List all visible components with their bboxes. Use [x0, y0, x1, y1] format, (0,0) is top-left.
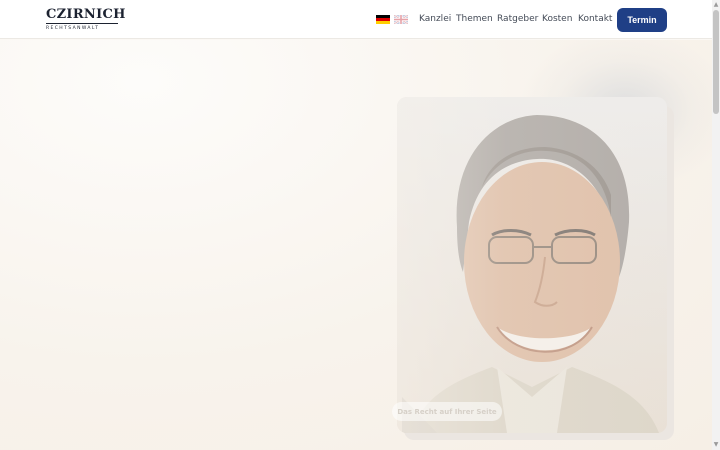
logo[interactable]: CZIRNICH RECHTSANWALT — [46, 7, 126, 31]
hero-section: Das Recht auf Ihrer Seite — [0, 40, 712, 450]
scrollbar-thumb[interactable] — [713, 10, 719, 114]
portrait-photo — [397, 97, 667, 433]
appointment-button[interactable]: Termin — [617, 8, 667, 32]
logo-divider — [46, 23, 118, 24]
nav-item-themen[interactable]: Themen — [456, 13, 493, 25]
portrait-overlay — [397, 97, 667, 433]
scroll-down-icon[interactable]: ▼ — [712, 441, 720, 449]
site-header: CZIRNICH RECHTSANWALT Kanzlei Themen Rat… — [0, 0, 712, 39]
nav-item-ratgeber[interactable]: Ratgeber — [497, 13, 538, 25]
brand-subtitle: RECHTSANWALT — [46, 26, 100, 31]
hero-tagline-badge: Das Recht auf Ihrer Seite — [392, 402, 502, 421]
brand-name: CZIRNICH — [46, 7, 126, 22]
nav-item-kontakt[interactable]: Kontakt — [578, 13, 612, 25]
scroll-up-icon[interactable]: ▲ — [712, 1, 720, 9]
flag-gb-icon[interactable] — [394, 15, 408, 24]
flag-de-icon[interactable] — [376, 15, 390, 24]
nav-item-kosten[interactable]: Kosten — [542, 13, 572, 25]
page-scrollbar[interactable]: ▲ ▼ — [712, 0, 720, 450]
nav-item-kanzlei[interactable]: Kanzlei — [419, 13, 451, 25]
